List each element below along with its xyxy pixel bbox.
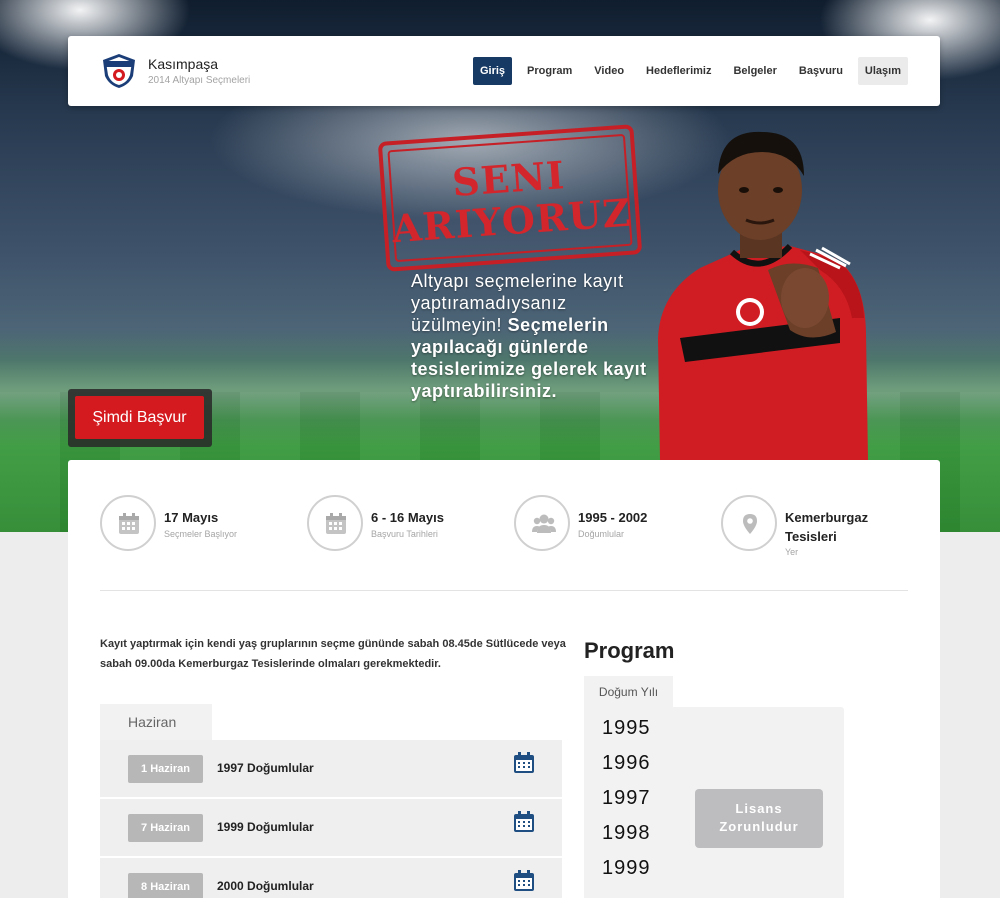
stat-title: 1995 - 2002 <box>578 510 648 525</box>
stat-title: 6 - 16 Mayıs <box>371 510 444 525</box>
brand-name[interactable]: Kasımpaşa <box>148 56 218 72</box>
hero-message: Altyapı seçmelerine kayıt yaptıramadıysa… <box>411 270 651 402</box>
stats-row: 17 Mayıs Seçmeler Başlıyor 6 - 16 Mayıs … <box>100 495 908 595</box>
date-badge: 7 Haziran <box>128 814 203 842</box>
stat-subtitle: Doğumlular <box>578 529 625 539</box>
nav-item-giris[interactable]: Giriş <box>472 57 513 85</box>
year-item: 1995 <box>602 717 651 739</box>
cta-frame: Şimdi Başvur <box>68 389 212 447</box>
intro-text: Kayıt yaptırmak için kendi yaş grupların… <box>100 638 566 670</box>
apply-now-button[interactable]: Şimdi Başvur <box>75 396 204 439</box>
nav-item-belgeler[interactable]: Belgeler <box>726 57 783 85</box>
hero-banner: Kasımpaşa 2014 Altyapı Seçmeleri Giriş P… <box>0 0 1000 532</box>
nav-item-ulasim[interactable]: Ulaşım <box>857 57 908 85</box>
schedule-row: 1 Haziran 1997 Doğumlular <box>100 740 562 797</box>
date-badge: 1 Haziran <box>128 755 203 783</box>
club-logo[interactable] <box>100 52 138 90</box>
calendar-icon[interactable] <box>513 811 535 833</box>
nav-item-basvuru[interactable]: Başvuru <box>792 57 850 85</box>
license-required-badge: Lisans Zorunludur <box>695 789 823 848</box>
year-item: 1999 <box>602 857 651 879</box>
schedule-row: 7 Haziran 1999 Doğumlular <box>100 799 562 856</box>
content-card: 17 Mayıs Seçmeler Başlıyor 6 - 16 Mayıs … <box>68 460 940 898</box>
users-icon <box>514 495 570 551</box>
nav-item-video[interactable]: Video <box>587 57 631 85</box>
seni-ariyoruz-stamp: SENI ARIYORUZ <box>377 124 643 272</box>
schedule-row-label: 2000 Doğumlular <box>217 879 314 893</box>
year-item: 1998 <box>602 822 651 844</box>
date-badge: 8 Haziran <box>128 873 203 898</box>
header-bar: Kasımpaşa 2014 Altyapı Seçmeleri Giriş P… <box>68 36 940 106</box>
calendar-icon <box>100 495 156 551</box>
stat-subtitle: Seçmeler Başlıyor <box>164 529 238 539</box>
schedule-row-label: 1999 Doğumlular <box>217 820 314 834</box>
nav-item-hedeflerimiz[interactable]: Hedeflerimiz <box>639 57 718 85</box>
calendar-icon[interactable] <box>513 752 535 774</box>
program-panel: 1995 1996 1997 1998 1999 Lisans Zorunlud… <box>584 707 844 898</box>
divider <box>100 590 908 591</box>
main-nav: Giriş Program Video Hedeflerimiz Belgele… <box>465 57 908 85</box>
year-item: 1997 <box>602 787 651 809</box>
tab-dogum-yili[interactable]: Doğum Yılı <box>584 676 673 708</box>
brand-subtitle: 2014 Altyapı Seçmeleri <box>148 75 251 86</box>
schedule-row-label: 1997 Doğumlular <box>217 761 314 775</box>
program-title: Program <box>584 638 675 663</box>
calendar-icon <box>307 495 363 551</box>
stat-subtitle: Yer <box>785 547 799 557</box>
year-item: 1996 <box>602 752 651 774</box>
player-image <box>658 131 868 460</box>
stat-subtitle: Başvuru Tarihleri <box>371 529 438 539</box>
location-pin-icon <box>721 495 777 551</box>
nav-item-program[interactable]: Program <box>520 57 579 85</box>
stat-title: Kemerburgaz Tesisleri <box>785 510 869 544</box>
stat-title: 17 Mayıs <box>164 510 219 525</box>
schedule-list: 1 Haziran 1997 Doğumlular 7 Haziran 1999… <box>100 740 562 898</box>
tab-haziran[interactable]: Haziran <box>100 704 212 740</box>
calendar-icon[interactable] <box>513 870 535 892</box>
schedule-row: 8 Haziran 2000 Doğumlular <box>100 858 562 898</box>
